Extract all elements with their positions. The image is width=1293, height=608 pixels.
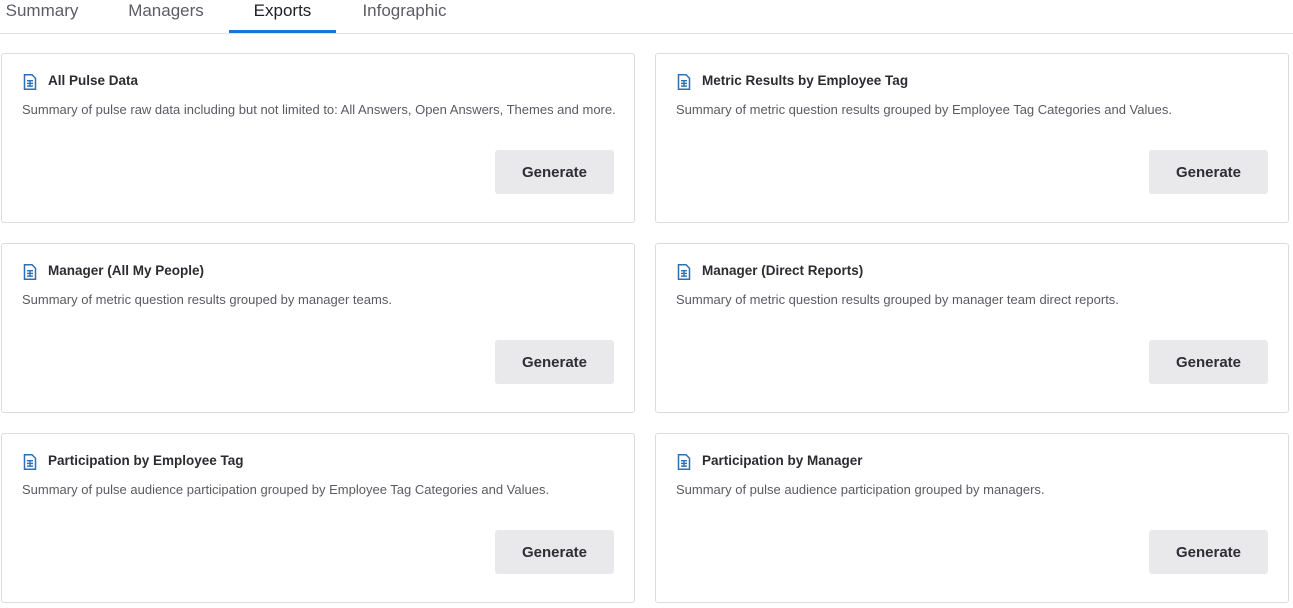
generate-button[interactable]: Generate [1149,340,1268,384]
tab-summary[interactable]: Summary [4,0,80,33]
document-icon [23,264,37,280]
export-card-participation-by-manager: Participation by Manager Summary of puls… [655,433,1289,603]
export-card-participation-by-employee-tag: Participation by Employee Tag Summary of… [1,433,635,603]
generate-button[interactable]: Generate [1149,150,1268,194]
tab-managers[interactable]: Managers [124,0,208,33]
generate-button[interactable]: Generate [495,150,614,194]
document-icon [23,74,37,90]
export-card-manager-all-my-people: Manager (All My People) Summary of metri… [1,243,635,413]
export-card-all-pulse-data: All Pulse Data Summary of pulse raw data… [1,53,635,223]
export-title: Manager (Direct Reports) [702,263,864,278]
document-icon [23,454,37,470]
tab-exports[interactable]: Exports [229,0,336,33]
export-description: Summary of metric question results group… [676,292,1119,307]
export-card-metric-results-by-employee-tag: Metric Results by Employee Tag Summary o… [655,53,1289,223]
generate-button[interactable]: Generate [495,530,614,574]
tab-infographic[interactable]: Infographic [358,0,451,33]
export-title: Manager (All My People) [48,263,205,278]
document-icon [677,454,691,470]
export-title: All Pulse Data [48,73,139,88]
tab-bar: Summary Managers Exports Infographic [0,0,1293,34]
export-card-manager-direct-reports: Manager (Direct Reports) Summary of metr… [655,243,1289,413]
export-description: Summary of metric question results group… [676,102,1172,117]
export-title: Participation by Employee Tag [48,453,244,468]
export-description: Summary of pulse audience participation … [22,482,550,497]
document-icon [677,74,691,90]
export-description: Summary of pulse raw data including but … [22,102,616,117]
generate-button[interactable]: Generate [495,340,614,384]
export-title: Metric Results by Employee Tag [702,73,909,88]
generate-button[interactable]: Generate [1149,530,1268,574]
document-icon [677,264,691,280]
export-title: Participation by Manager [702,453,863,468]
export-description: Summary of metric question results group… [22,292,392,307]
export-description: Summary of pulse audience participation … [676,482,1045,497]
